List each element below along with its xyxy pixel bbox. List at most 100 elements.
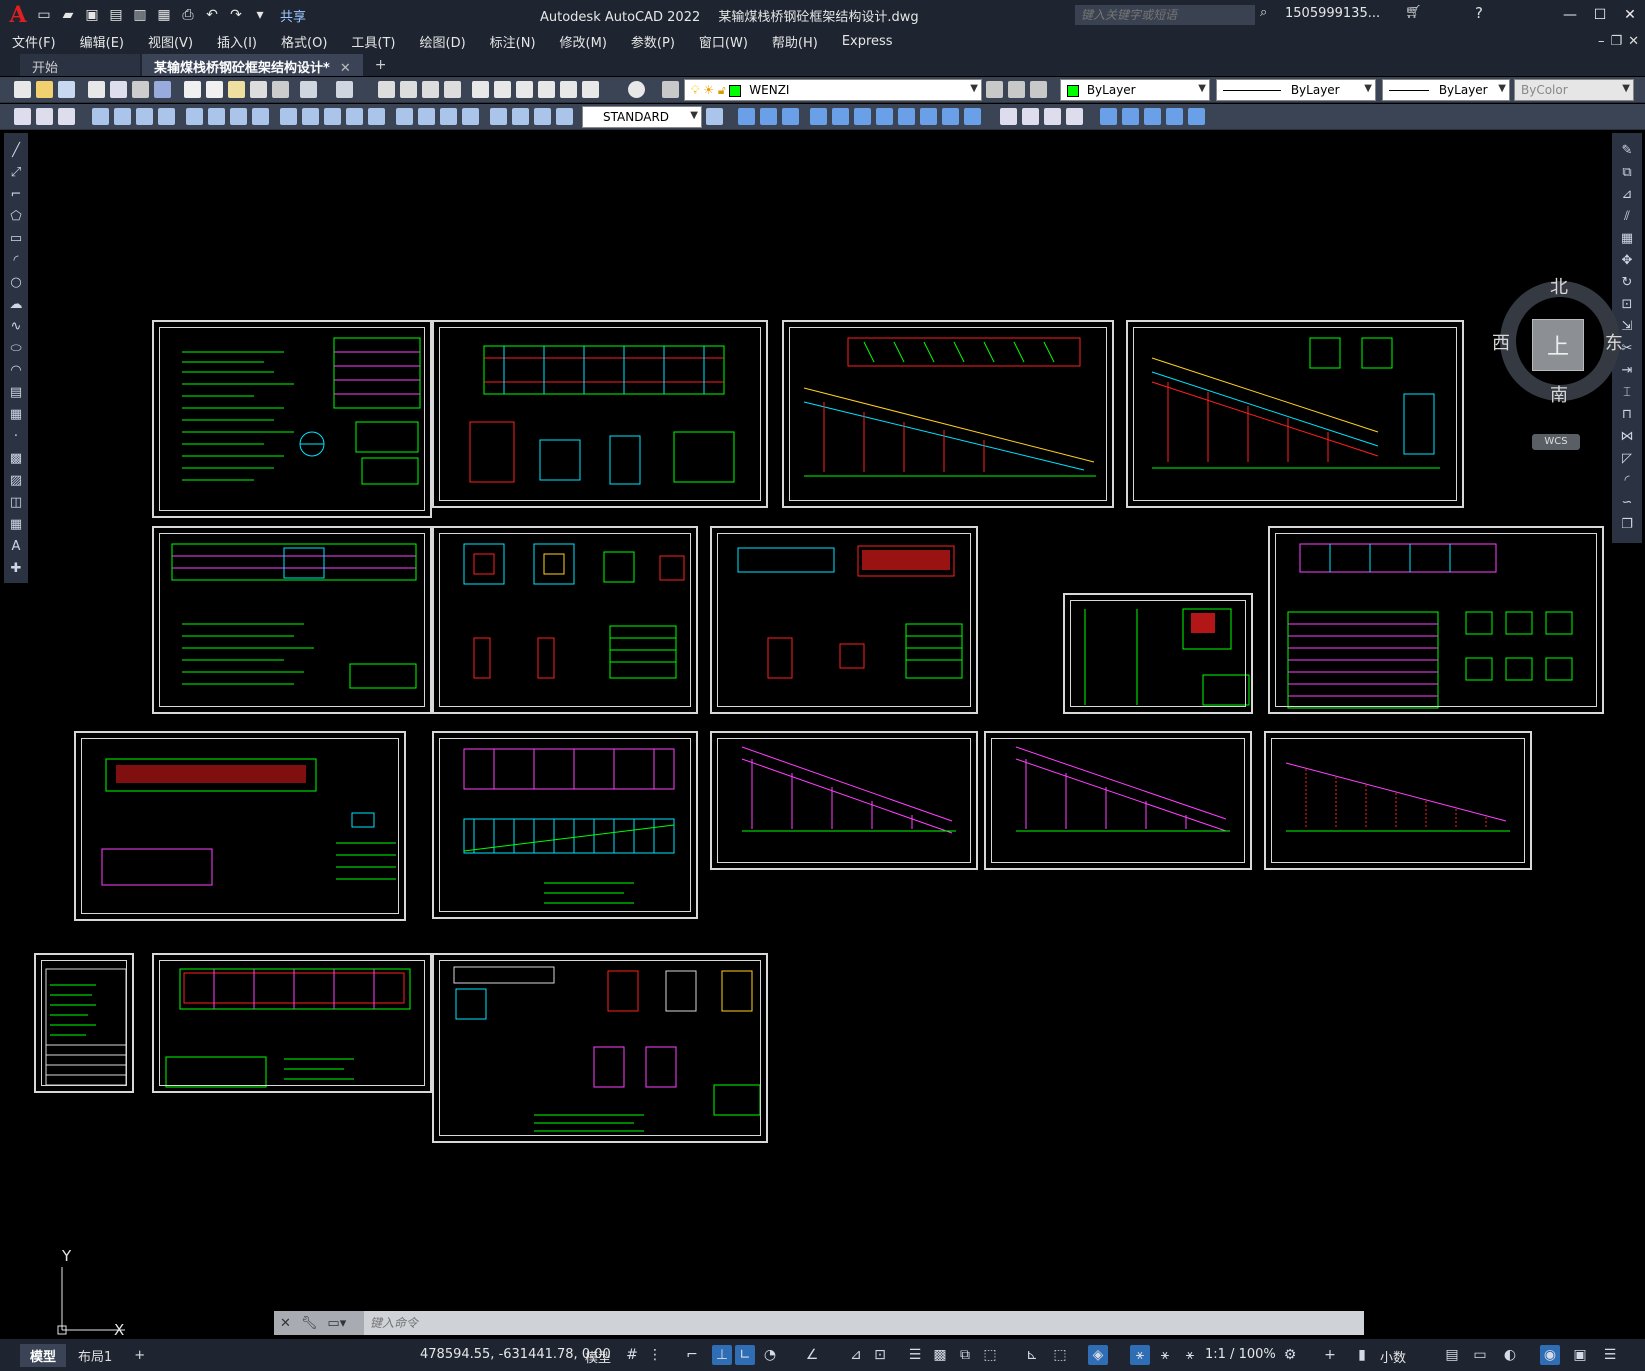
tab-layout1[interactable]: 布局1 [68,1344,122,1367]
dynamic-ucs-icon[interactable]: ⊾ [1022,1345,1042,1365]
customization-icon[interactable]: ☰ [1600,1345,1620,1365]
selection-cycling-icon[interactable]: ⧉ [955,1345,975,1365]
loft-icon[interactable] [898,108,915,125]
pan-icon[interactable] [378,81,395,98]
drawing-sheet[interactable] [432,526,698,714]
construction-line-icon[interactable]: ⤢ [8,165,24,181]
grid-icon[interactable]: # [622,1345,642,1365]
drawing-sheet[interactable] [1268,526,1604,714]
save-icon[interactable] [58,81,75,98]
polar-tracking-icon[interactable]: ◔ [760,1345,780,1365]
line-icon[interactable]: ╱ [8,143,24,159]
radius-dimension-icon[interactable] [186,108,203,125]
rectangle-icon[interactable]: ▭ [8,231,24,247]
annotation-visibility-icon[interactable]: ⚹ [1130,1345,1150,1365]
center-mark-icon[interactable] [418,108,435,125]
viewcube-top-face[interactable]: 上 [1532,319,1584,371]
doc-restore-icon[interactable]: ❐ [1610,34,1622,49]
menu-edit[interactable]: 编辑(E) [68,32,136,51]
markup-icon[interactable] [560,81,577,98]
ortho-icon[interactable]: ∟ [735,1345,755,1365]
menu-format[interactable]: 格式(O) [269,32,339,51]
units-value[interactable]: 小数 [1380,1347,1406,1366]
user-account[interactable]: 1505999135... [1285,6,1380,21]
baseline-dimension-icon[interactable] [302,108,319,125]
array-icon[interactable]: ▦ [1619,231,1635,247]
customize-qat-icon[interactable]: ▾ [250,5,270,25]
tolerance-icon[interactable] [396,108,413,125]
drawing-sheet[interactable] [152,953,432,1093]
web-save-icon[interactable]: ▦ [154,5,174,25]
help-icon[interactable]: ? [1475,4,1483,22]
rotate-icon[interactable]: ↻ [1619,275,1635,291]
revision-cloud-icon[interactable]: ☁︎ [8,297,24,313]
interfere-icon[interactable] [1166,108,1183,125]
flatshot-icon[interactable] [1188,108,1205,125]
redo-icon[interactable]: ↷ [226,5,246,25]
dimension-update-icon[interactable] [534,108,551,125]
menu-draw[interactable]: 绘图(D) [408,32,478,51]
3d-cone-icon[interactable] [782,108,799,125]
undo-icon[interactable] [300,81,317,98]
open-icon[interactable] [36,81,53,98]
gradient-icon[interactable]: ▨ [8,473,24,489]
point-icon[interactable]: · [8,429,24,445]
paste-icon[interactable] [228,81,245,98]
close-icon[interactable]: ✕ [1615,0,1645,30]
copy-icon[interactable] [206,81,223,98]
menu-help[interactable]: 帮助(H) [760,32,830,51]
annotation-scale[interactable]: 1:1 / 100% [1205,1347,1276,1362]
match-properties-icon[interactable] [250,81,267,98]
maximize-icon[interactable]: ☐ [1585,0,1615,30]
new-icon[interactable] [14,81,31,98]
undo-icon[interactable]: ↶ [202,5,222,25]
extrude-icon[interactable] [810,108,827,125]
menu-parametric[interactable]: 参数(P) [619,32,687,51]
cart-icon[interactable]: 🛒︎ [1405,5,1422,20]
lineweight-icon[interactable]: ☰ [905,1345,925,1365]
doc-minimize-icon[interactable]: – [1598,34,1605,49]
3d-rotate-icon[interactable] [1022,108,1039,125]
tab-start[interactable]: 开始 [20,54,140,76]
layer-state-icon[interactable] [1030,81,1047,98]
new-tab-icon[interactable]: + [365,54,397,76]
block-editor-icon[interactable] [272,81,289,98]
ellipse-icon[interactable]: ⬭ [8,341,24,357]
color-dropdown[interactable]: ByLayer ▼ [1060,79,1210,101]
plotstyle-dropdown[interactable]: ByColor ▼ [1514,79,1634,101]
offset-icon[interactable]: ⫽ [1619,209,1635,225]
drawing-sheet[interactable] [710,526,978,714]
fillet-icon[interactable]: ◜ [1619,473,1635,489]
3d-osnap-icon[interactable]: ⬚ [980,1345,1000,1365]
compass-east[interactable]: 东 [1605,329,1623,355]
drawing-sheet[interactable] [1063,593,1253,714]
cut-icon[interactable] [184,81,201,98]
annotation-monitor-icon[interactable]: + [1320,1345,1340,1365]
design-center-icon[interactable] [494,81,511,98]
tab-drawing[interactable]: 某输煤栈桥钢砼框架结构设计* ✕ [142,54,363,76]
drawing-sheet[interactable] [152,320,432,518]
drawing-sheet[interactable] [34,953,134,1093]
add-layout-icon[interactable]: + [124,1346,155,1365]
ordinate-dimension-icon[interactable] [158,108,175,125]
share-button[interactable]: 共享 [280,6,306,25]
union-icon[interactable] [920,108,937,125]
thicken-icon[interactable] [1144,108,1161,125]
web-open-icon[interactable]: ▥ [130,5,150,25]
application-menu-button[interactable]: A [4,2,32,28]
dimension-space-icon[interactable] [346,108,363,125]
wcs-menu[interactable]: WCS [1532,434,1580,450]
quick-properties-icon[interactable]: ▤ [1442,1345,1462,1365]
hatch-icon[interactable]: ▩ [8,451,24,467]
compass-north[interactable]: 北 [1550,273,1568,299]
spline-icon[interactable]: ∿ [8,319,24,335]
dimension-text-edit-icon[interactable] [512,108,529,125]
object-snap-icon[interactable]: ⊡ [870,1345,890,1365]
clean-screen-icon[interactable]: ▣ [1570,1345,1590,1365]
search-icon[interactable]: ⌕ [1260,5,1267,20]
add-selected-icon[interactable]: ✚ [8,561,24,577]
object-snap-tracking-icon[interactable]: ∠ [802,1345,822,1365]
properties-icon[interactable] [472,81,489,98]
drawing-sheet[interactable] [984,731,1252,870]
hardware-acceleration-icon[interactable]: ◉ [1540,1345,1560,1365]
